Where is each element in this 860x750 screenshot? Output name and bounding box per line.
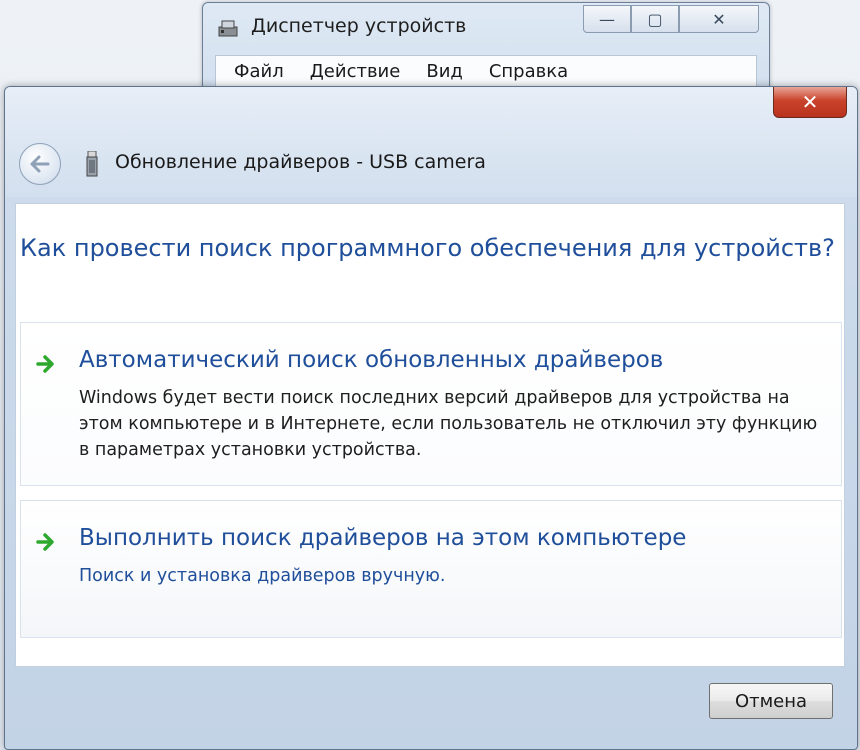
dialog-close-button[interactable]: ✕ (773, 87, 847, 118)
menu-file[interactable]: Файл (234, 61, 284, 82)
dialog-title: Обновление драйверов - USB camera (115, 151, 486, 173)
dialog-footer: Отмена (15, 667, 845, 745)
option-title: Автоматический поиск обновленных драйвер… (79, 347, 664, 373)
manual-search-option[interactable]: Выполнить поиск драйверов на этом компью… (20, 500, 842, 638)
auto-search-option[interactable]: Автоматический поиск обновленных драйвер… (20, 322, 842, 486)
menu-view[interactable]: Вид (426, 61, 463, 82)
close-icon: ✕ (712, 9, 726, 29)
device-manager-title: Диспетчер устройств (251, 15, 467, 37)
green-arrow-icon (36, 533, 54, 551)
option-description: Windows будет вести поиск последних верс… (79, 388, 818, 460)
minimize-button[interactable]: — (583, 5, 631, 33)
dialog-header (5, 87, 857, 197)
menu-action[interactable]: Действие (310, 61, 401, 82)
option-description: Поиск и установка драйверов вручную. (79, 566, 446, 586)
cancel-button[interactable]: Отмена (709, 683, 833, 719)
window-controls: — ▢ ✕ (583, 5, 759, 33)
maximize-button[interactable]: ▢ (631, 5, 679, 33)
update-drivers-dialog: ✕ Обновление драйверов - USB camera Как … (4, 86, 858, 750)
close-icon: ✕ (801, 90, 819, 114)
menu-help[interactable]: Справка (489, 61, 568, 82)
usb-device-icon (86, 151, 98, 177)
close-button[interactable]: ✕ (679, 5, 759, 33)
minimize-icon: — (599, 9, 615, 29)
option-title: Выполнить поиск драйверов на этом компью… (79, 525, 687, 551)
maximize-icon: ▢ (647, 9, 663, 29)
page-heading: Как провести поиск программного обеспече… (20, 234, 835, 262)
back-arrow-icon (30, 155, 50, 173)
back-button[interactable] (19, 143, 61, 185)
green-arrow-icon (36, 355, 54, 373)
device-manager-icon (218, 20, 238, 37)
menu-bar: Файл Действие Вид Справка (215, 55, 757, 87)
dialog-content: Как провести поиск программного обеспече… (15, 203, 845, 667)
